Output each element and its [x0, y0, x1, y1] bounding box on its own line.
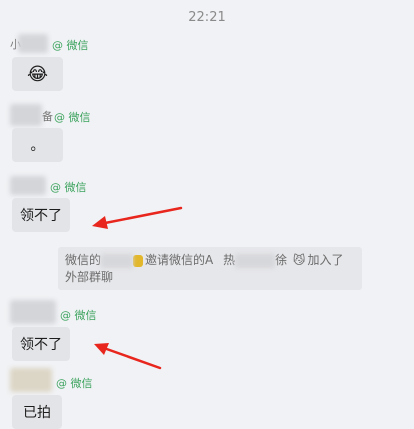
blurred-name [10, 104, 42, 126]
blurred-name [101, 253, 134, 268]
message-bubble[interactable]: 已拍 [12, 395, 62, 429]
timestamp: 22:21 [188, 10, 226, 25]
message-bubble[interactable]: 。 [12, 128, 63, 162]
wechat-tag: @ 微信 [60, 309, 97, 322]
blurred-name [18, 34, 48, 53]
wechat-tag: @ 微信 [54, 111, 91, 124]
red-arrow [94, 343, 162, 370]
blurred-name [10, 368, 52, 392]
wechat-tag: @ 微信 [56, 377, 93, 390]
message-bubble[interactable]: 领不了 [12, 327, 70, 361]
message-bubble[interactable]: 😂 [12, 57, 63, 91]
red-arrow [92, 206, 183, 229]
system-notice: 微信的 邀请微信的A 热徐 😼 加入了 外部群聊 [58, 247, 362, 290]
blurred-name [10, 176, 46, 195]
wechat-tag: @ 微信 [52, 39, 89, 52]
blurred-name [235, 253, 276, 268]
blurred-name [10, 300, 56, 324]
message-bubble[interactable]: 领不了 [12, 198, 70, 232]
avatar-emoji-icon [133, 254, 144, 267]
laugh-cry-emoji: 😂 [26, 63, 49, 85]
wechat-tag: @ 微信 [50, 181, 87, 194]
cat-emoji: 😼 [292, 253, 306, 267]
